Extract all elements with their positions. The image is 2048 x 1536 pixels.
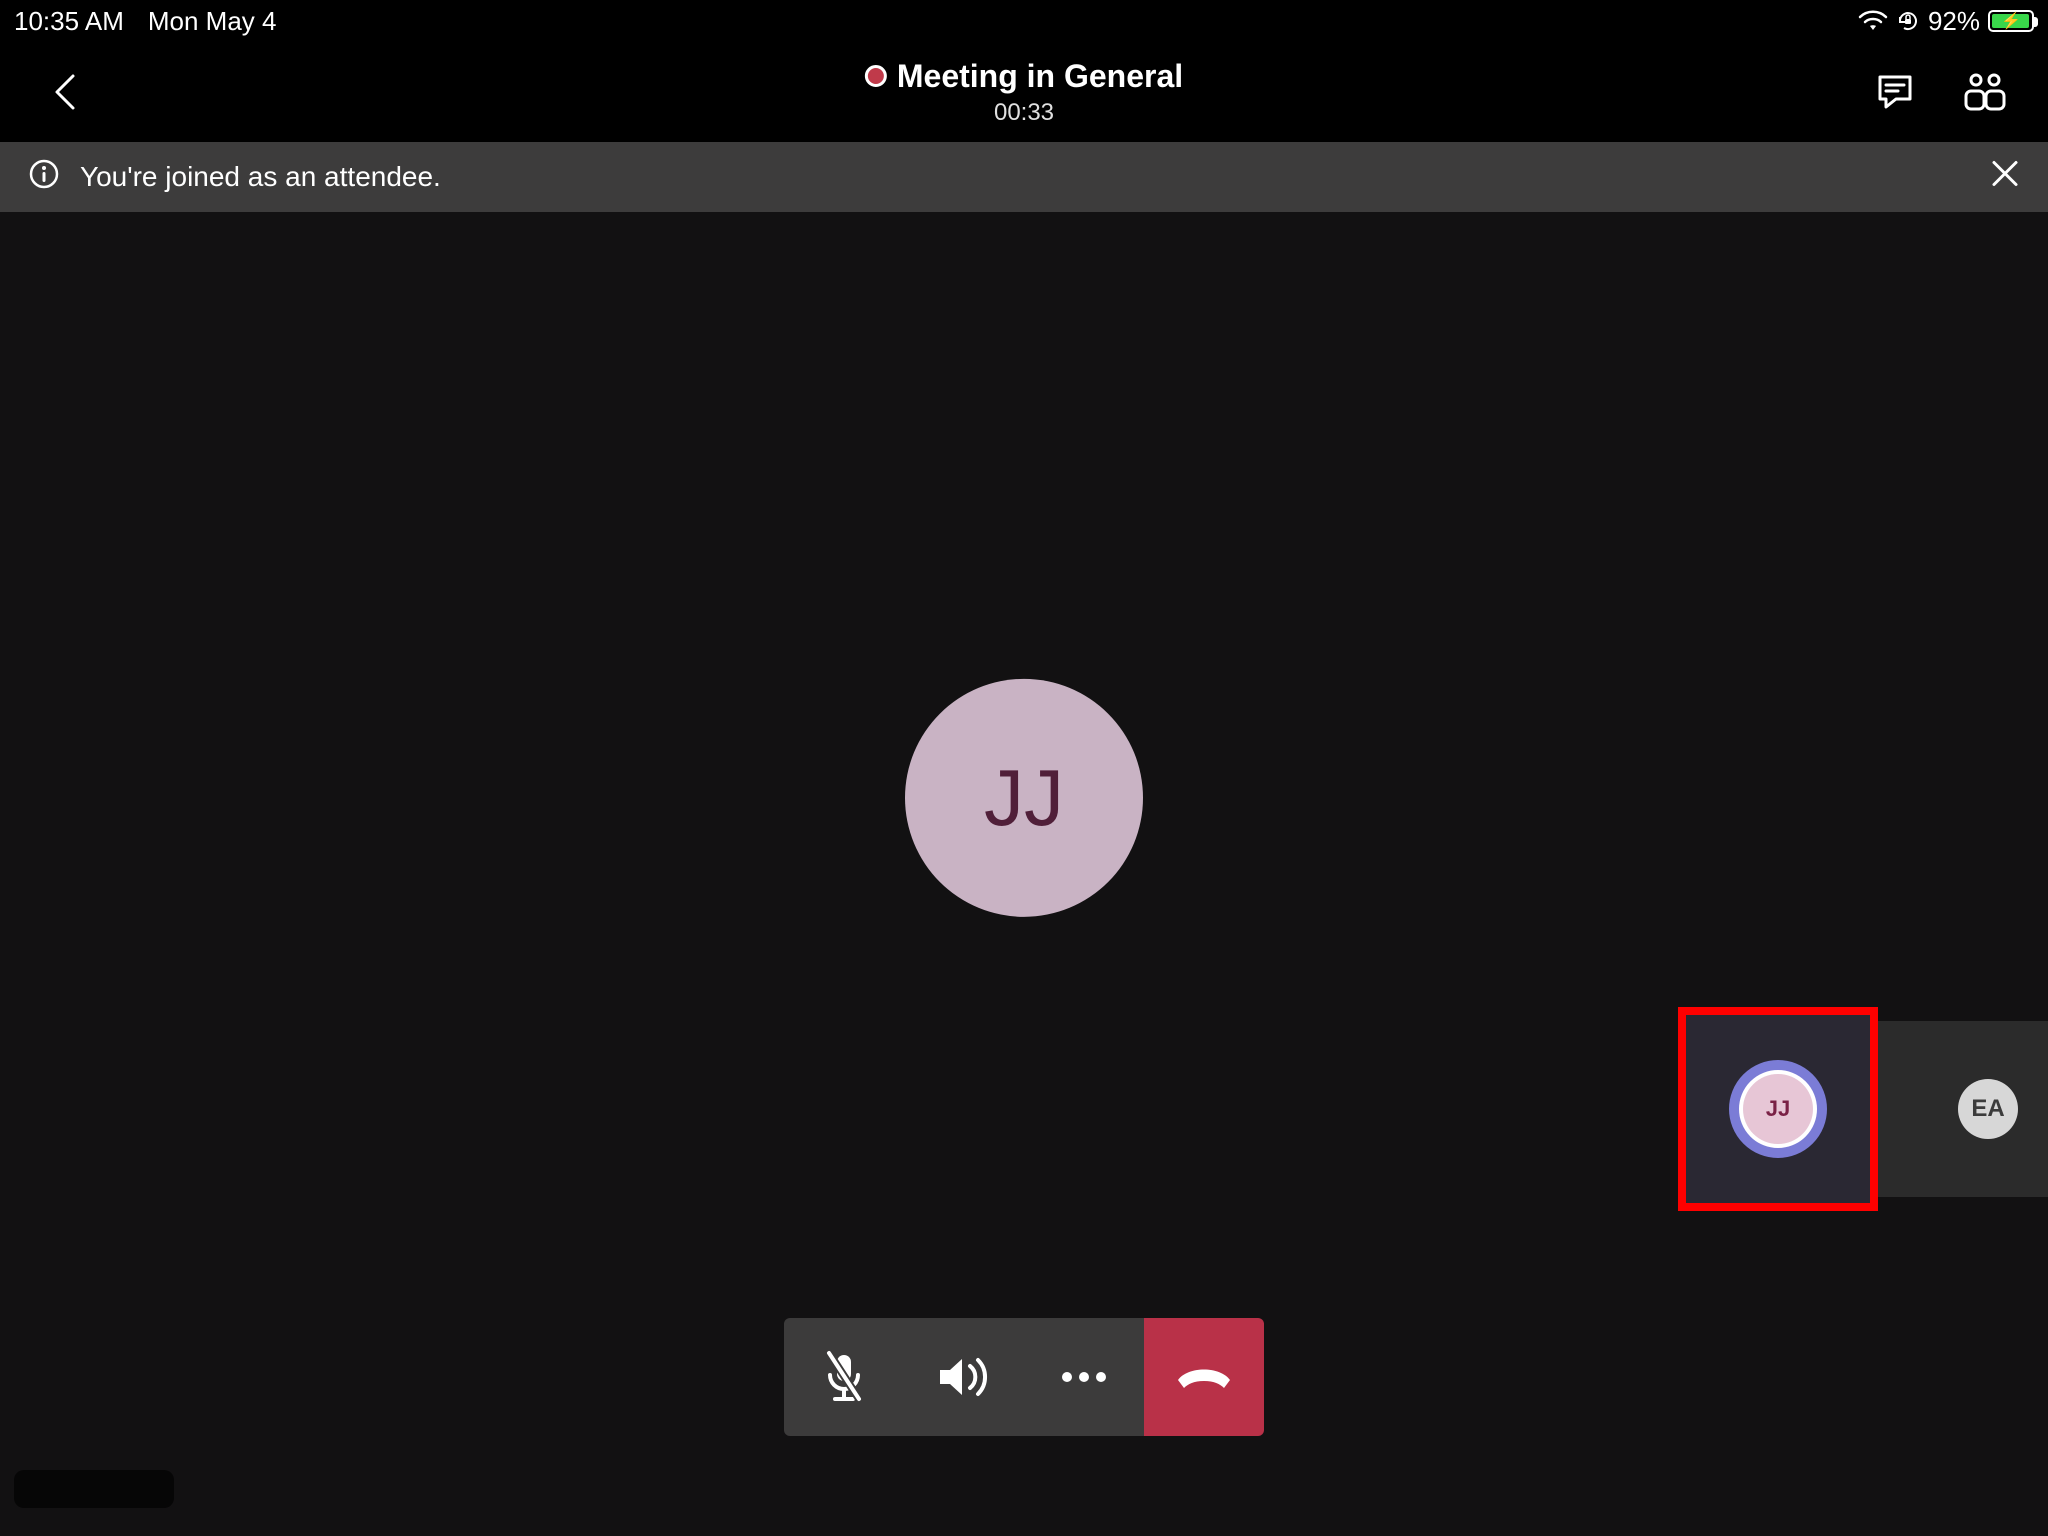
wifi-icon [1858, 10, 1888, 32]
meeting-timer: 00:33 [994, 99, 1054, 127]
active-speaker-avatar: JJ [905, 679, 1143, 917]
meeting-title: Meeting in General [897, 58, 1183, 95]
participant-thumb[interactable]: EA [1878, 1021, 2048, 1197]
close-notice-button[interactable] [1990, 159, 2020, 196]
battery-percent: 92% [1928, 6, 1980, 37]
back-button[interactable] [40, 67, 90, 117]
info-icon [28, 158, 60, 197]
participant-thumb-initials: JJ [1766, 1096, 1790, 1122]
call-controls [784, 1318, 1264, 1436]
participant-thumbs: JJ EA [1678, 1007, 2048, 1211]
status-time: 10:35 AM [14, 6, 124, 37]
chat-button[interactable] [1872, 69, 1918, 115]
status-date: Mon May 4 [148, 6, 277, 37]
speaking-ring-icon: JJ [1729, 1060, 1827, 1158]
hang-up-button[interactable] [1144, 1318, 1264, 1436]
video-stage: JJ JJ EA [0, 212, 2048, 1536]
notice-text: You're joined as an attendee. [80, 161, 441, 193]
attendee-notice: You're joined as an attendee. [0, 142, 2048, 212]
speaker-button[interactable] [904, 1318, 1024, 1436]
meeting-header: Meeting in General 00:33 [0, 42, 2048, 142]
battery-icon: ⚡ [1988, 10, 2034, 32]
recording-indicator-icon [865, 65, 887, 87]
status-bar: 10:35 AM Mon May 4 92% ⚡ [0, 0, 2048, 42]
participant-thumb-selected[interactable]: JJ [1678, 1007, 1878, 1211]
orientation-lock-icon [1896, 9, 1920, 33]
redacted-label [14, 1470, 174, 1508]
participants-button[interactable] [1962, 69, 2008, 115]
more-options-button[interactable] [1024, 1318, 1144, 1436]
participant-thumb-initials: EA [1971, 1095, 2004, 1123]
active-speaker-initials: JJ [984, 752, 1064, 844]
mute-button[interactable] [784, 1318, 904, 1436]
